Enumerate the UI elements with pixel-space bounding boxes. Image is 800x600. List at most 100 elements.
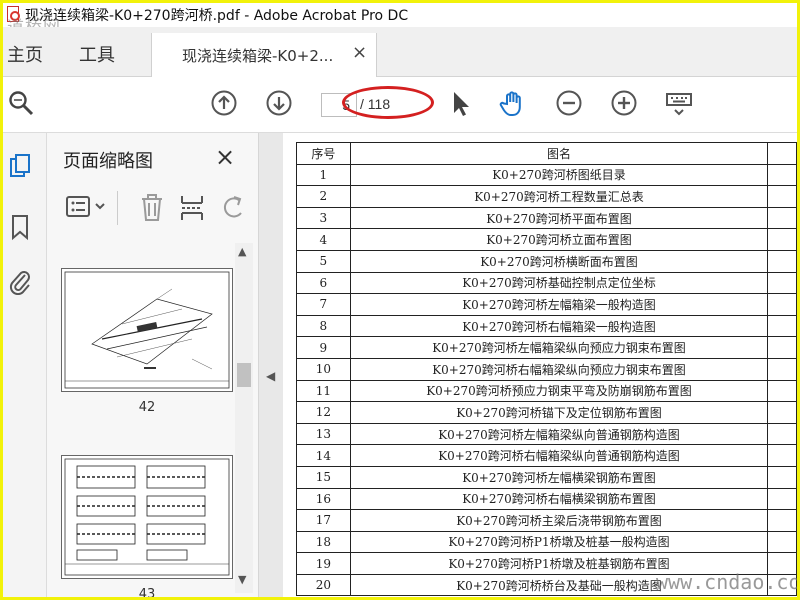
drawing-name-cell: K0+270跨河桥右幅箱梁一般构造图 bbox=[349, 314, 769, 338]
search-zoom-icon[interactable] bbox=[7, 89, 35, 117]
row-number-cell: 3 bbox=[296, 206, 351, 230]
site-watermark-bottom: www.cndao.com bbox=[656, 570, 800, 594]
tab-tools[interactable]: 工具 bbox=[79, 41, 115, 67]
drawing-name-cell: K0+270跨河桥左幅箱梁一般构造图 bbox=[349, 293, 769, 316]
row-number-cell: 15 bbox=[296, 465, 351, 489]
pdf-page: 序号 图名 1 K0+270跨河桥图纸目录 2 K0+270跨河桥工程数量汇总表 3 K0… bbox=[283, 133, 797, 597]
table-row: 14 K0+270跨河桥右幅箱梁纵向普通钢筋构造图 bbox=[296, 444, 797, 467]
left-navigation-rail bbox=[3, 133, 47, 597]
drawing-name-cell: K0+270跨河桥预应力钢束平弯及防崩钢筋布置图 bbox=[349, 379, 769, 403]
page-up-icon[interactable] bbox=[210, 89, 238, 117]
extra-cell bbox=[767, 163, 797, 187]
table-row: 16 K0+270跨河桥右幅横梁钢筋布置图 bbox=[296, 487, 797, 511]
drawing-name-cell: K0+270跨河桥工程数量汇总表 bbox=[349, 185, 769, 208]
extra-cell bbox=[767, 401, 797, 424]
page-thumbnail[interactable] bbox=[61, 268, 233, 392]
extract-page-icon[interactable] bbox=[179, 193, 205, 227]
scroll-up-icon[interactable]: ▲ bbox=[238, 245, 246, 258]
row-number-cell: 1 bbox=[296, 163, 351, 187]
extra-cell bbox=[767, 228, 797, 251]
table-row: 12 K0+270跨河桥锚下及定位钢筋布置图 bbox=[296, 401, 797, 424]
keyboard-icon[interactable] bbox=[665, 89, 693, 117]
row-number-cell: 8 bbox=[296, 314, 351, 338]
hand-tool-icon[interactable] bbox=[499, 89, 527, 117]
drawing-name-cell: K0+270跨河桥横断面布置图 bbox=[349, 249, 769, 273]
collapse-panel-icon[interactable]: ◀ bbox=[266, 369, 275, 383]
extra-cell bbox=[767, 530, 797, 554]
attachment-icon[interactable] bbox=[7, 267, 33, 296]
thumbnail-page-number: 43 bbox=[138, 587, 156, 600]
table-row: 5 K0+270跨河桥横断面布置图 bbox=[296, 249, 797, 273]
row-number-cell: 19 bbox=[296, 552, 351, 575]
table-header-row: 序号 图名 bbox=[296, 142, 797, 165]
extra-cell bbox=[767, 271, 797, 295]
table-row: 2 K0+270跨河桥工程数量汇总表 bbox=[296, 185, 797, 208]
drawing-name-cell: K0+270跨河桥基础控制点定位坐标 bbox=[349, 271, 769, 295]
extra-cell bbox=[767, 293, 797, 316]
table-row: 7 K0+270跨河桥左幅箱梁一般构造图 bbox=[296, 293, 797, 316]
document-tab-label: 现浇连续箱梁-K0+2... bbox=[182, 47, 334, 65]
drawing-name-cell: K0+270跨河桥平面布置图 bbox=[349, 206, 769, 230]
document-viewport[interactable]: 序号 图名 1 K0+270跨河桥图纸目录 2 K0+270跨河桥工程数量汇总表 3 K0… bbox=[283, 133, 797, 597]
drawing-name-cell: K0+270跨河桥左幅横梁钢筋布置图 bbox=[349, 465, 769, 489]
extra-cell bbox=[767, 249, 797, 273]
page-thumbnails-icon[interactable] bbox=[7, 153, 33, 181]
annotation-highlight-ellipse bbox=[342, 86, 434, 119]
drawing-name-cell: K0+270跨河桥P1桥墩及桩基一般构造图 bbox=[349, 530, 769, 554]
table-row: 8 K0+270跨河桥右幅箱梁一般构造图 bbox=[296, 314, 797, 338]
page-thumbnail[interactable] bbox=[61, 455, 233, 579]
extra-cell bbox=[767, 314, 797, 338]
row-number-cell: 11 bbox=[296, 379, 351, 403]
table-row: 6 K0+270跨河桥基础控制点定位坐标 bbox=[296, 271, 797, 295]
main-toolbar: 5 / 118 bbox=[3, 77, 797, 133]
page-down-icon[interactable] bbox=[265, 89, 293, 117]
drawing-name-cell: K0+270跨河桥主梁后浇带钢筋布置图 bbox=[349, 509, 769, 532]
table-row: 1 K0+270跨河桥图纸目录 bbox=[296, 163, 797, 187]
select-arrow-icon[interactable] bbox=[447, 89, 475, 117]
row-number-cell: 5 bbox=[296, 249, 351, 273]
close-panel-icon[interactable]: × bbox=[215, 143, 235, 171]
drawing-name-cell: K0+270跨河桥图纸目录 bbox=[349, 163, 769, 187]
table-row: 3 K0+270跨河桥平面布置图 bbox=[296, 206, 797, 230]
row-number-cell: 18 bbox=[296, 530, 351, 554]
panel-splitter[interactable]: ◀ bbox=[259, 133, 283, 597]
bookmark-icon[interactable] bbox=[7, 213, 33, 241]
table-row: 13 K0+270跨河桥左幅箱梁纵向普通钢筋构造图 bbox=[296, 422, 797, 446]
tab-home[interactable]: 主页 bbox=[7, 41, 43, 67]
table-row: 15 K0+270跨河桥左幅横梁钢筋布置图 bbox=[296, 465, 797, 489]
table-row: 9 K0+270跨河桥左幅箱梁纵向预应力钢束布置图 bbox=[296, 336, 797, 359]
extra-cell bbox=[767, 206, 797, 230]
row-number-cell: 20 bbox=[296, 573, 351, 597]
extra-cell bbox=[767, 509, 797, 532]
table-row: 11 K0+270跨河桥预应力钢束平弯及防崩钢筋布置图 bbox=[296, 379, 797, 403]
row-number-cell: 12 bbox=[296, 401, 351, 424]
rotate-page-icon[interactable] bbox=[221, 193, 247, 227]
panel-toolbar-divider bbox=[117, 191, 118, 225]
extra-cell bbox=[767, 422, 797, 446]
title-bar: 现浇连续箱梁-K0+270跨河桥.pdf - Adobe Acrobat Pro… bbox=[3, 3, 797, 38]
extra-cell bbox=[767, 336, 797, 359]
tab-document[interactable]: 现浇连续箱梁-K0+2... × bbox=[151, 33, 377, 78]
drawing-name-cell: K0+270跨河桥右幅横梁钢筋布置图 bbox=[349, 487, 769, 511]
extra-cell bbox=[767, 465, 797, 489]
scroll-down-icon[interactable]: ▼ bbox=[238, 573, 246, 586]
row-number-cell: 6 bbox=[296, 271, 351, 295]
thumbnail-scrollbar[interactable]: ▲ ▼ bbox=[235, 243, 253, 593]
extra-cell bbox=[767, 185, 797, 208]
close-tab-icon[interactable]: × bbox=[352, 42, 367, 63]
acrobat-window: 现浇连续箱梁-K0+270跨河桥.pdf - Adobe Acrobat Pro… bbox=[0, 0, 800, 600]
drawing-name-cell: K0+270跨河桥立面布置图 bbox=[349, 228, 769, 251]
zoom-in-icon[interactable] bbox=[610, 89, 638, 117]
extra-cell bbox=[767, 487, 797, 511]
thumbnail-page-number: 42 bbox=[138, 400, 156, 415]
delete-page-icon[interactable] bbox=[139, 193, 165, 227]
scroll-thumb[interactable] bbox=[237, 363, 251, 387]
header-drawing-name: 图名 bbox=[349, 142, 769, 165]
extra-cell bbox=[767, 379, 797, 403]
drawing-name-cell: K0+270跨河桥锚下及定位钢筋布置图 bbox=[349, 401, 769, 424]
zoom-out-icon[interactable] bbox=[555, 89, 583, 117]
thumbnail-options-icon[interactable] bbox=[65, 193, 109, 225]
table-row: 18 K0+270跨河桥P1桥墩及桩基一般构造图 bbox=[296, 530, 797, 554]
tab-bar: 主页 工具 现浇连续箱梁-K0+2... × bbox=[3, 27, 797, 78]
table-row: 4 K0+270跨河桥立面布置图 bbox=[296, 228, 797, 251]
